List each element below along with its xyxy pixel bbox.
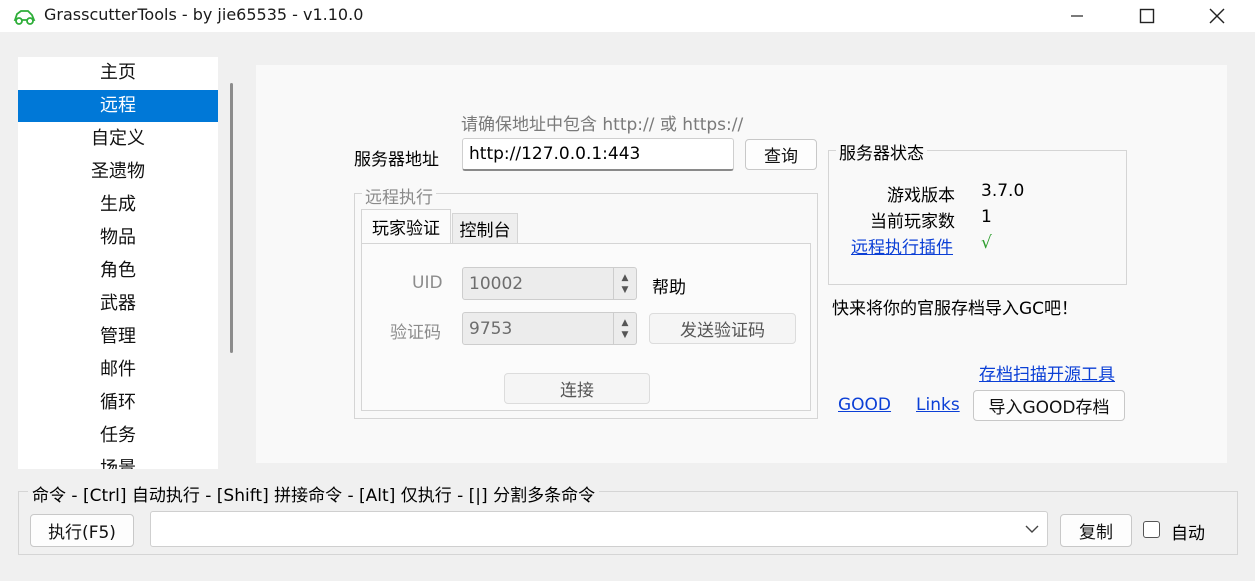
- sidebar-item-scene[interactable]: 场景: [18, 453, 218, 469]
- minimize-button[interactable]: [1042, 0, 1112, 32]
- sidebar-item-quest[interactable]: 任务: [18, 420, 218, 452]
- sidebar-item-weapon[interactable]: 武器: [18, 288, 218, 320]
- chevron-down-icon[interactable]: [1025, 524, 1039, 534]
- code-input[interactable]: 9753 ▲ ▼: [462, 312, 637, 345]
- sidebar-scrollbar[interactable]: [230, 83, 233, 353]
- server-address-label: 服务器地址: [354, 150, 439, 170]
- links-link[interactable]: Links: [916, 395, 960, 415]
- sidebar-item-artifact[interactable]: 圣遗物: [18, 156, 218, 188]
- tab-player-verify[interactable]: 玩家验证: [361, 209, 451, 243]
- copy-button[interactable]: 复制: [1060, 514, 1132, 547]
- game-version-value: 3.7.0: [981, 181, 1025, 201]
- code-label: 验证码: [390, 323, 441, 343]
- code-spinner[interactable]: ▲ ▼: [613, 313, 636, 344]
- player-count-value: 1: [981, 207, 992, 227]
- player-count-label: 当前玩家数: [870, 212, 955, 232]
- save-scanner-link[interactable]: 存档扫描开源工具: [979, 360, 1115, 385]
- game-version-label: 游戏版本: [887, 186, 955, 206]
- spin-up-icon: ▲: [621, 272, 629, 283]
- window-title: GrasscutterTools - by jie65535 - v1.10.0: [44, 5, 364, 24]
- uid-input[interactable]: 10002 ▲ ▼: [462, 267, 637, 300]
- maximize-icon: [1139, 8, 1155, 24]
- command-group-title: 命令 - [Ctrl] 自动执行 - [Shift] 拼接命令 - [Alt] …: [28, 481, 600, 506]
- spin-down-icon: ▼: [621, 329, 629, 340]
- sidebar-item-loop[interactable]: 循环: [18, 387, 218, 419]
- send-code-button[interactable]: 发送验证码: [649, 313, 796, 344]
- import-good-button[interactable]: 导入GOOD存档: [973, 390, 1125, 421]
- auto-checkbox[interactable]: [1143, 521, 1160, 538]
- car-icon: [13, 10, 36, 25]
- uid-spinner[interactable]: ▲ ▼: [613, 268, 636, 299]
- tab-console[interactable]: 控制台: [452, 213, 518, 243]
- sidebar-item-custom[interactable]: 自定义: [18, 123, 218, 155]
- remote-plugin-link[interactable]: 远程执行插件: [851, 233, 953, 258]
- sidebar-nav: 主页 远程 自定义 圣遗物 生成 物品 角色 武器 管理 邮件 循环 任务 场景: [18, 57, 218, 469]
- remote-panel: 请确保地址中包含 http:// 或 https:// 服务器地址 http:/…: [256, 65, 1227, 463]
- address-hint: 请确保地址中包含 http:// 或 https://: [461, 115, 744, 135]
- connect-button[interactable]: 连接: [504, 373, 650, 404]
- maximize-button[interactable]: [1112, 0, 1182, 32]
- sidebar-item-avatar[interactable]: 角色: [18, 255, 218, 287]
- server-address-input[interactable]: http://127.0.0.1:443: [462, 138, 734, 171]
- help-link[interactable]: 帮助: [652, 273, 686, 298]
- sidebar-item-spawn[interactable]: 生成: [18, 189, 218, 221]
- close-icon: [1209, 8, 1225, 24]
- execute-button[interactable]: 执行(F5): [30, 514, 134, 547]
- remote-exec-title: 远程执行: [362, 183, 436, 208]
- query-button[interactable]: 查询: [745, 139, 817, 170]
- plugin-status-check: √: [981, 233, 992, 253]
- sidebar-item-items[interactable]: 物品: [18, 222, 218, 254]
- sidebar-item-remote[interactable]: 远程: [18, 90, 218, 122]
- spin-down-icon: ▼: [621, 284, 629, 295]
- uid-value: 10002: [469, 273, 524, 294]
- sidebar-item-manage[interactable]: 管理: [18, 321, 218, 353]
- sidebar-item-home[interactable]: 主页: [18, 57, 218, 89]
- command-input[interactable]: [150, 511, 1048, 547]
- code-value: 9753: [469, 318, 513, 339]
- sidebar-item-mail[interactable]: 邮件: [18, 354, 218, 386]
- minimize-icon: [1071, 15, 1083, 17]
- spin-up-icon: ▲: [621, 317, 629, 328]
- good-link[interactable]: GOOD: [838, 395, 891, 415]
- close-button[interactable]: [1182, 0, 1252, 32]
- auto-label: 自动: [1171, 524, 1205, 544]
- uid-label: UID: [412, 273, 443, 293]
- import-promo-text: 快来将你的官服存档导入GC吧！: [832, 299, 1079, 319]
- server-status-title: 服务器状态: [836, 139, 927, 164]
